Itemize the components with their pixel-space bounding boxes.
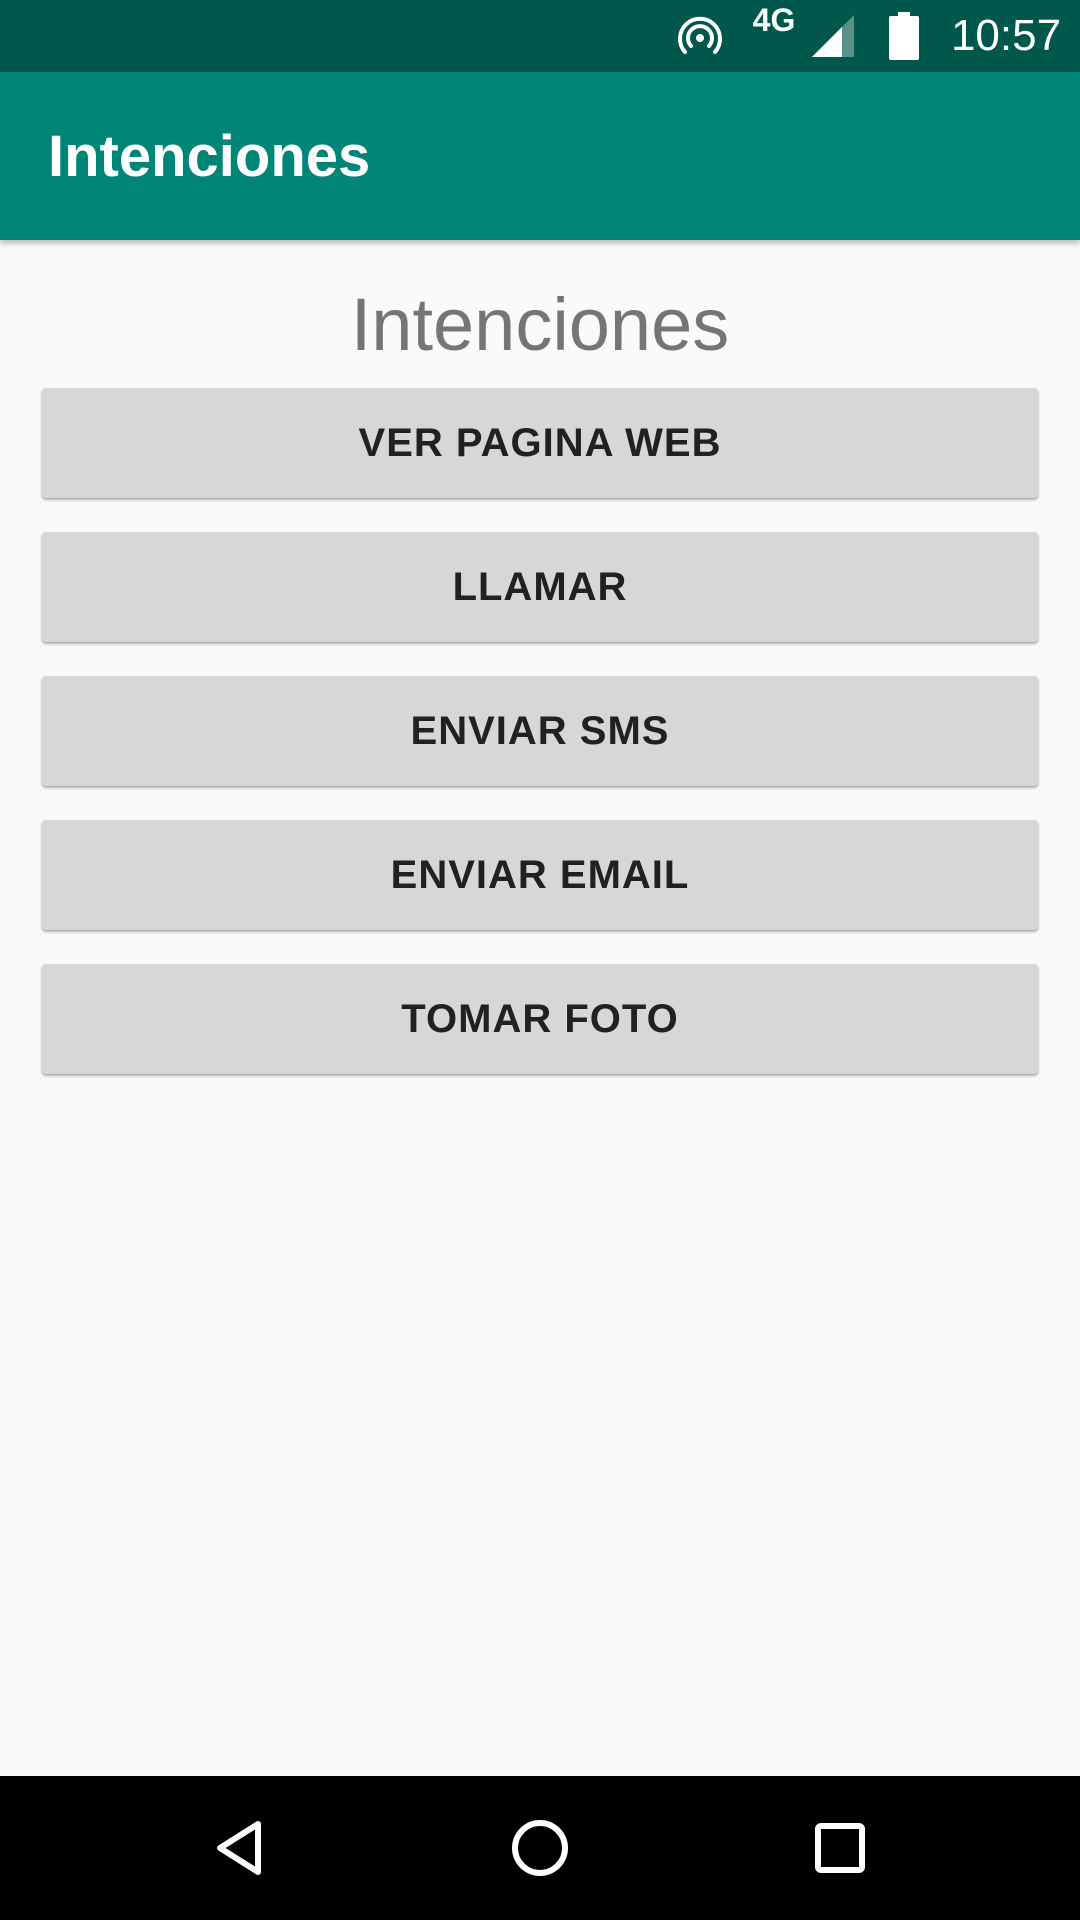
home-icon[interactable] — [468, 1776, 612, 1920]
status-bar: 4G 10:57 — [0, 0, 1080, 72]
send-sms-button[interactable]: ENVIAR SMS — [42, 676, 1038, 786]
app-bar: Intenciones — [0, 72, 1080, 240]
app-bar-title: Intenciones — [48, 123, 371, 189]
status-time: 10:57 — [950, 11, 1062, 60]
recents-icon[interactable] — [768, 1776, 912, 1920]
page-heading: Intenciones — [350, 283, 730, 366]
send-email-button[interactable]: ENVIAR EMAIL — [42, 820, 1038, 930]
main-content: Intenciones VER PAGINA WEB LLAMAR ENVIAR… — [0, 240, 1080, 1776]
call-button[interactable]: LLAMAR — [42, 532, 1038, 642]
app-screen: 4G 10:57 Intenciones Intenciones VER PAG… — [0, 0, 1080, 1920]
take-photo-button[interactable]: TOMAR FOTO — [42, 964, 1038, 1074]
back-icon[interactable] — [168, 1776, 312, 1920]
navigation-bar — [0, 1776, 1080, 1920]
signal-icon — [808, 0, 858, 72]
view-web-page-button[interactable]: VER PAGINA WEB — [42, 388, 1038, 498]
hotspot-icon — [672, 0, 728, 72]
network-type-label: 4G — [752, 1, 796, 38]
battery-icon — [884, 0, 924, 72]
